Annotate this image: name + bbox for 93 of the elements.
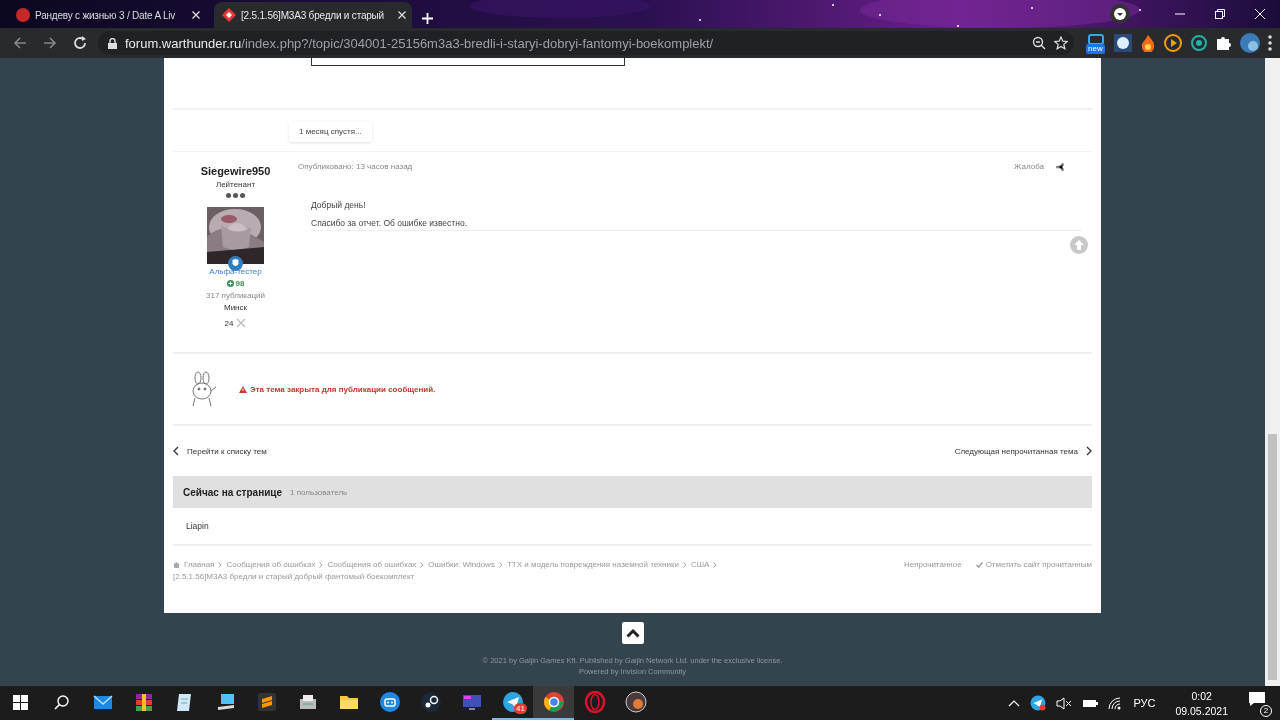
breadcrumb-link[interactable]: Ошибки: Windows [428,560,495,569]
online-count: 1 пользователь [290,487,348,497]
play-icon[interactable] [1164,34,1182,52]
reputation-count: 98 [235,279,245,288]
tab-title: Рандеву с жизнью 3 / Date A Liv [35,9,177,21]
medal-count: 24 [224,318,234,328]
ring-icon[interactable] [1190,34,1208,52]
notifications-icon[interactable] [1248,691,1266,707]
close-icon[interactable] [192,11,200,19]
steam-icon [419,691,442,713]
breadcrumb-link[interactable]: ТТХ и модель повреждения наземной техники [506,560,679,569]
chevron-right-icon [713,561,718,568]
group-label: Альфа-тестер [209,267,262,276]
chevron-right-icon [218,561,223,568]
browser-tab[interactable]: Рандеву с жизнью 3 / Date A Liv [8,2,206,28]
post-count: 317 публикаций [206,291,265,300]
mascot-drawing [189,371,217,407]
language-indicator[interactable]: РУС [1133,697,1156,709]
muted-speaker-icon[interactable] [1056,696,1073,710]
opera-icon [583,691,606,713]
extension-icon[interactable] [1088,34,1104,46]
close-icon[interactable] [398,11,406,19]
footer-link[interactable]: Отметить сайт прочитанным [985,560,1092,569]
online-title: Сейчас на странице [183,486,283,498]
chevron-up-icon [625,628,640,638]
back-icon[interactable] [13,36,27,50]
breadcrumb-link[interactable]: Сообщения об ошибках [327,560,417,569]
breadcrumb-current: [2.5.1.56]M3A3 бредли и старый добрый фантомый боекомплект [173,572,416,581]
shield-badge-icon [228,256,243,271]
robot-icon [378,691,401,713]
warning-icon [239,385,247,393]
battery-icon[interactable] [1082,698,1099,708]
star-icon[interactable] [1054,36,1068,50]
share-icon[interactable] [1056,162,1064,171]
clock[interactable]: 0:02 09.05.2021 [1175,689,1228,717]
scroll-top-button[interactable] [621,622,644,644]
extension-badge: new [1086,44,1105,54]
chevron-right-icon [1086,446,1092,456]
puzzle-icon[interactable] [1216,35,1232,51]
post-text: Спасибо за отчет. Об ошибке известно. [311,218,469,228]
chevron-up-icon[interactable] [1008,699,1021,707]
new-tab-icon[interactable] [422,13,433,24]
check-icon [975,561,983,568]
chevron-right-icon [319,561,324,568]
post-text: Добрый день! [311,200,367,210]
tab-search-icon[interactable] [1110,4,1130,24]
restore-icon[interactable] [1215,8,1225,19]
windows-icon [13,694,28,710]
zoom-out-icon[interactable] [1032,36,1046,50]
reload-icon[interactable] [73,36,87,50]
site-logo-icon [16,8,30,22]
rank-pips-icon [226,193,245,198]
chevron-left-icon [173,446,179,456]
menu-icon[interactable] [1268,35,1272,51]
topic-list-link[interactable]: Перейти к списку тем [173,446,267,456]
burst-icon[interactable] [1114,34,1132,52]
orb-icon [624,691,647,713]
browser-tab[interactable]: [2.5.1.56]M3A3 бредли и старый [214,2,412,28]
lock-icon [108,37,117,49]
unread-badge: 41 [514,703,527,714]
post-date: Опубликовано: 13 часов назад [298,162,413,171]
notification-count: 2 [1260,705,1272,717]
plus-circle-icon [226,280,234,287]
locked-notice: Эта тема закрыта для публикации сообщений. [250,384,436,394]
forward-icon[interactable] [43,36,57,50]
chevron-right-icon [498,561,503,568]
chrome-icon [542,691,565,713]
profile-avatar[interactable] [1240,33,1260,53]
address-bar[interactable]: forum.warthunder.ru/index.php?/topic/304001-25156m3a3-bredli-i-staryi-dobryi-fantomyi-boekomplekt/ [98,31,1074,55]
fire-icon[interactable] [1140,34,1156,52]
author-location: Минск [223,303,248,312]
author-name[interactable]: Siegewire950 [200,165,271,177]
sublime-icon [255,691,278,713]
author-rank: Лейтенант [215,180,256,189]
url-text: forum.warthunder.ru/index.php?/topic/304001-25156m3a3-bredli-i-staryi-dobryi-fantomyi-boekomplekt/ [125,35,715,51]
report-link[interactable]: Жалоба [1014,162,1044,171]
paper-plane-icon[interactable] [1030,695,1047,711]
diamond-icon [222,8,236,22]
chevron-right-icon [420,561,425,568]
breadcrumb-link[interactable]: США [690,560,710,569]
breadcrumb-link[interactable]: Главная [184,560,215,569]
crossed-swords-icon [236,318,247,328]
next-unread-link[interactable]: Следующая непрочитанная тема [954,446,1092,456]
breadcrumb-link[interactable]: Сообщения об ошибках [226,560,316,569]
chevron-right-icon [682,561,687,568]
time-gap-label: 1 месяц спустя... [289,121,372,142]
online-user[interactable]: Liapin [186,521,209,531]
tab-title: [2.5.1.56]M3A3 бредли и старый [241,9,385,21]
footer-link[interactable]: Непрочитанное [903,560,962,569]
scrollbar[interactable] [1265,58,1280,686]
search-icon [54,694,69,710]
home-icon [173,561,180,568]
taskbar-button[interactable] [533,686,574,720]
